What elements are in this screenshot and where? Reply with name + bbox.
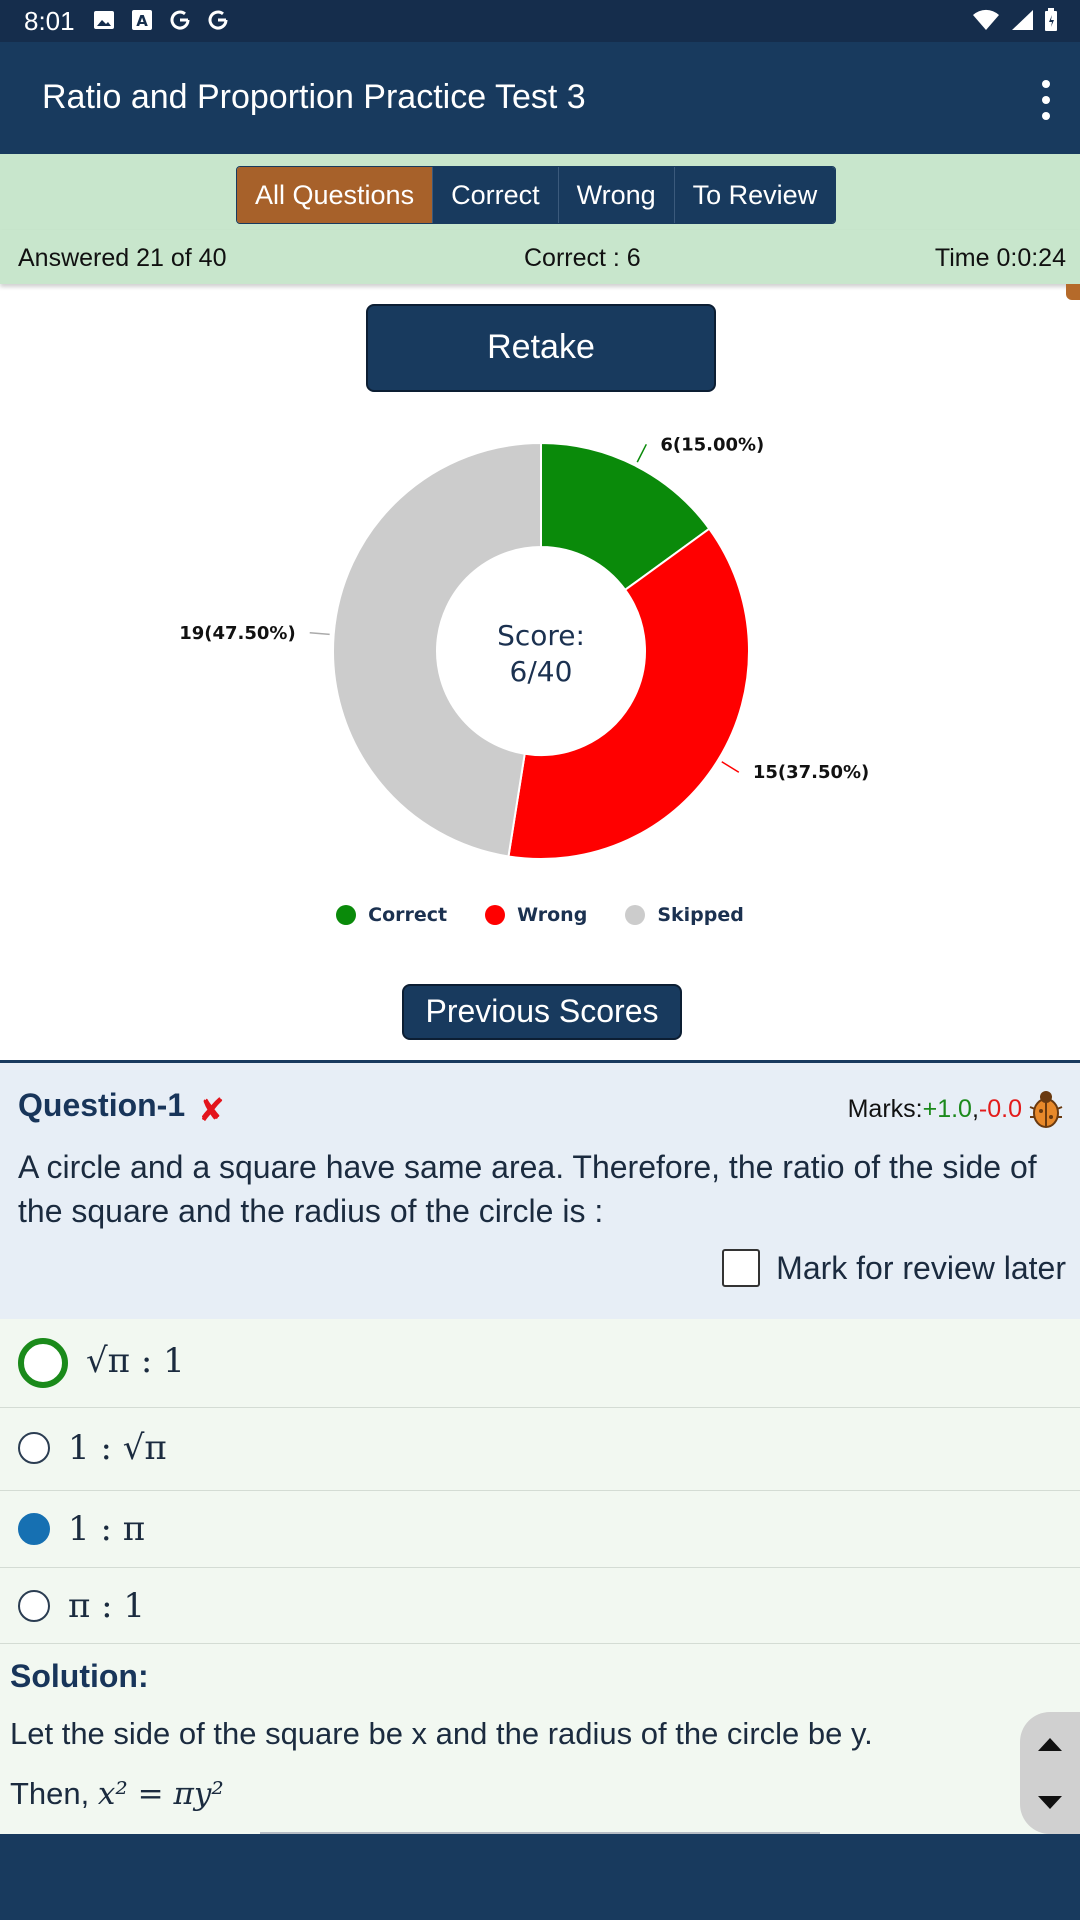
solution-line-2-prefix: Then,: [10, 1776, 98, 1811]
filter-tabs: All Questions Correct Wrong To Review: [236, 166, 837, 224]
google-icon: [170, 10, 190, 30]
elapsed-time: Time 0:0:24: [934, 244, 1066, 272]
bottom-bar: [0, 1834, 1080, 1920]
svg-text:A: A: [136, 12, 148, 30]
slice-leader-line: [309, 632, 330, 636]
solution-line-1: Let the side of the square be x and the …: [10, 1716, 873, 1751]
slice-leader-line: [721, 761, 740, 773]
option-text: π : 1: [68, 1586, 146, 1626]
question-text: A circle and a square have same area. Th…: [18, 1149, 1037, 1229]
option-text: 1 : √π: [68, 1428, 167, 1468]
report-bug-icon[interactable]: [1028, 1087, 1064, 1129]
legend-label-wrong: Wrong: [517, 904, 588, 926]
signal-icon: [1012, 10, 1033, 30]
solution-title: Solution:: [10, 1658, 149, 1694]
slice-data-label: 19(47.50%): [179, 623, 295, 644]
slice-leader-line: [636, 443, 647, 463]
tab-wrong[interactable]: Wrong: [557, 167, 674, 223]
battery-icon: [1045, 8, 1057, 31]
marks-separator: ,: [971, 1095, 979, 1123]
side-handle[interactable]: [1066, 284, 1080, 300]
option-radio[interactable]: [18, 1590, 50, 1622]
page-title: Ratio and Proportion Practice Test 3: [42, 78, 586, 116]
app-bar: Ratio and Proportion Practice Test 3: [0, 42, 1080, 154]
donut-center-text: 6/40: [510, 655, 573, 688]
image-icon: [94, 11, 114, 29]
tab-all-questions[interactable]: All Questions: [237, 167, 433, 223]
score-donut-chart: 6(15.00%) 15(37.50%) 19(47.50%) Score:6/40: [179, 434, 869, 860]
correct-count: Correct : 6: [524, 244, 641, 272]
legend-item-correct[interactable]: Correct: [336, 904, 447, 926]
mark-for-review[interactable]: Mark for review later: [722, 1249, 1066, 1287]
option-row-2[interactable]: 1 : √π: [0, 1408, 1080, 1491]
retake-button[interactable]: Retake: [366, 304, 716, 392]
option-radio-selected[interactable]: [18, 1513, 50, 1545]
option-row-4[interactable]: π : 1: [0, 1568, 1080, 1644]
legend-item-skipped[interactable]: Skipped: [625, 904, 744, 926]
solution-equation: x² = πy²: [97, 1776, 224, 1812]
slice-data-label: 6(15.00%): [660, 434, 764, 455]
marks-positive: +1.0: [922, 1095, 972, 1123]
more-options-icon[interactable]: [1034, 80, 1058, 120]
review-label: Mark for review later: [776, 1249, 1066, 1286]
scroll-control: [1020, 1712, 1080, 1834]
legend-swatch-skipped: [625, 905, 646, 925]
wifi-icon: [973, 9, 999, 30]
question-header: Question-1 ✘ Marks:+1.0,-0.0 A circle an…: [0, 1060, 1080, 1322]
wrong-mark-icon: ✘: [198, 1091, 225, 1129]
tab-correct[interactable]: Correct: [432, 167, 558, 223]
a-icon: A: [132, 10, 152, 30]
donut-center-text: Score:: [497, 619, 585, 652]
option-text: √π : 1: [86, 1341, 185, 1381]
legend-label-correct: Correct: [368, 904, 448, 926]
review-checkbox[interactable]: [722, 1249, 761, 1287]
option-radio-correct[interactable]: [18, 1338, 68, 1388]
option-row-3[interactable]: 1 : π: [0, 1491, 1080, 1568]
solution-line-2: Then, x² = πy²: [10, 1776, 224, 1812]
google-icon: [208, 10, 228, 30]
status-time: 8:01: [24, 6, 75, 36]
option-text: 1 : π: [68, 1509, 146, 1549]
previous-scores-button[interactable]: Previous Scores: [402, 984, 682, 1040]
marks-label: Marks:: [847, 1095, 923, 1123]
stats-bar: Answered 21 of 40 Correct : 6 Time 0:0:2…: [0, 230, 1080, 284]
question-title: Question-1: [18, 1087, 186, 1123]
marks-info: Marks:+1.0,-0.0: [848, 1095, 1022, 1124]
status-bar: 8:01 A: [0, 0, 1080, 42]
option-radio[interactable]: [18, 1432, 50, 1464]
solution-section: Solution: Let the side of the square be …: [0, 1644, 1080, 1834]
filter-tab-row: All Questions Correct Wrong To Review: [0, 154, 1080, 230]
legend-swatch-correct: [336, 905, 357, 925]
legend-item-wrong[interactable]: Wrong: [485, 904, 587, 926]
tab-to-review[interactable]: To Review: [673, 167, 836, 223]
answered-count: Answered 21 of 40: [18, 244, 227, 272]
legend-label-skipped: Skipped: [657, 904, 744, 926]
scroll-down-icon[interactable]: [1038, 1796, 1062, 1809]
slice-data-label: 15(37.50%): [753, 762, 869, 783]
legend-swatch-wrong: [485, 905, 506, 925]
marks-negative: -0.0: [978, 1095, 1022, 1123]
chart-legend: Correct Wrong Skipped: [0, 904, 1080, 926]
scroll-up-icon[interactable]: [1038, 1738, 1062, 1751]
option-row-1[interactable]: √π : 1: [0, 1319, 1080, 1408]
